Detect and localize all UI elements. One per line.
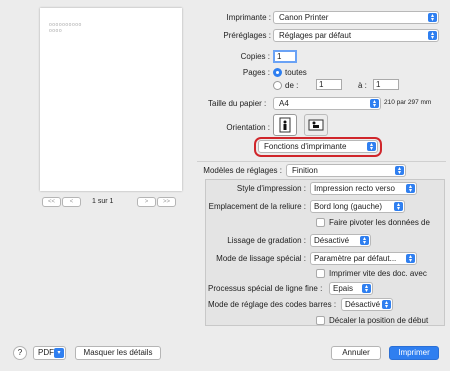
chevron-updown-icon: ▴ ▾ [428,13,437,23]
presets-select[interactable]: Réglages par défaut ▴ ▾ [273,29,439,42]
gradation-smoothing-select[interactable]: Désactivé ▴ ▾ [310,234,371,247]
thin-line-label: Processus spécial de ligne fine : [208,284,323,293]
pdf-menu-button[interactable]: PDF ▾ [33,346,66,360]
section-menu-value: Fonctions d'imprimante [264,142,347,151]
paper-size-select[interactable]: A4 ▴ ▾ [273,97,381,110]
feature-sets-select[interactable]: Finition ▴ ▾ [286,164,406,177]
printer-select[interactable]: Canon Printer ▴ ▾ [273,11,439,24]
special-smoothing-select[interactable]: Paramètre par défaut... ▴ ▾ [310,252,417,265]
paper-size-label: Taille du papier : [208,99,267,108]
chevron-updown-icon: ▴ ▾ [370,99,379,109]
print-fast-label: Imprimer vite des doc. avec [329,269,427,278]
print-style-value: Impression recto verso [314,184,395,193]
chevron-updown-icon: ▴ ▾ [406,184,415,194]
preview-prev-page-button[interactable]: < [62,197,81,207]
hide-details-button[interactable]: Masquer les détails [75,346,161,360]
binding-location-select[interactable]: Bord long (gauche) ▴ ▾ [310,200,405,213]
pages-all-label: toutes [285,68,307,77]
chevron-updown-icon: ▴ ▾ [367,142,376,152]
rotate-data-checkbox[interactable] [316,218,325,227]
landscape-icon [308,119,324,131]
barcode-mode-select[interactable]: Désactivé ▴ ▾ [341,298,393,311]
chevron-updown-icon: ▴ ▾ [406,254,415,264]
paper-dimensions: 210 par 297 mm [384,99,432,106]
orientation-landscape-button[interactable] [304,114,328,136]
orientation-portrait-button[interactable] [273,114,297,136]
print-button[interactable]: Imprimer [389,346,439,360]
presets-value: Réglages par défaut [279,31,352,40]
help-button[interactable]: ? [13,346,27,360]
chevron-updown-icon: ▴ ▾ [382,300,391,310]
feature-sets-value: Finition [292,166,318,175]
rotate-data-label: Faire pivoter les données de [329,218,430,227]
print-style-label: Style d'impression : [236,184,306,193]
pdf-label: PDF [38,348,54,357]
orientation-label: Orientation : [226,123,270,132]
pages-to-label: à : [358,81,367,90]
copies-field[interactable]: 1 [273,50,297,63]
preview-text-line-2: oooo [49,28,63,34]
paper-size-value: A4 [279,99,289,108]
preview-next-page-button[interactable]: > [137,197,156,207]
printer-label: Imprimante : [226,13,271,22]
cancel-button[interactable]: Annuler [331,346,381,360]
feature-sets-label: Modèles de réglages : [203,166,282,175]
chevron-updown-icon: ▴ ▾ [428,31,437,41]
barcode-mode-value: Désactivé [345,300,381,309]
chevron-updown-icon: ▴ ▾ [362,284,371,294]
pages-to-field[interactable]: 1 [373,79,399,90]
presets-label: Préréglages : [223,31,271,40]
pages-all-radio[interactable] [273,68,282,77]
chevron-down-icon: ▾ [54,348,64,358]
preview-first-page-button[interactable]: << [42,197,61,207]
preview-last-page-button[interactable]: >> [157,197,176,207]
print-fast-checkbox[interactable] [316,269,325,278]
chevron-updown-icon: ▴ ▾ [394,202,403,212]
page-preview: oooooooooo oooo [40,8,182,191]
chevron-updown-icon: ▴ ▾ [360,236,369,246]
barcode-mode-label: Mode de réglage des codes barres : [208,300,337,309]
shift-position-label: Décaler la position de début [329,316,429,325]
copies-label: Copies : [240,52,270,61]
thin-line-value: Epais [333,284,354,293]
shift-position-checkbox[interactable] [316,316,325,325]
pages-from-label: de : [285,81,299,90]
printer-value: Canon Printer [279,13,329,22]
special-smoothing-value: Paramètre par défaut... [314,254,397,263]
special-smoothing-label: Mode de lissage spécial : [216,254,306,263]
print-style-select[interactable]: Impression recto verso ▴ ▾ [310,182,417,195]
portrait-icon [279,117,291,133]
binding-location-label: Emplacement de la reliure : [208,202,306,211]
binding-location-value: Bord long (gauche) [314,202,383,211]
pages-from-field[interactable]: 1 [316,79,342,90]
pages-range-radio[interactable] [273,81,282,90]
divider [197,161,446,162]
gradation-smoothing-label: Lissage de gradation : [227,236,306,245]
chevron-updown-icon: ▴ ▾ [395,166,404,176]
page-indicator: 1 sur 1 [92,198,114,205]
pages-label: Pages : [242,68,270,77]
section-menu-select[interactable]: Fonctions d'imprimante ▴ ▾ [258,140,378,153]
thin-line-select[interactable]: Epais ▴ ▾ [329,282,373,295]
gradation-smoothing-value: Désactivé [314,236,350,245]
